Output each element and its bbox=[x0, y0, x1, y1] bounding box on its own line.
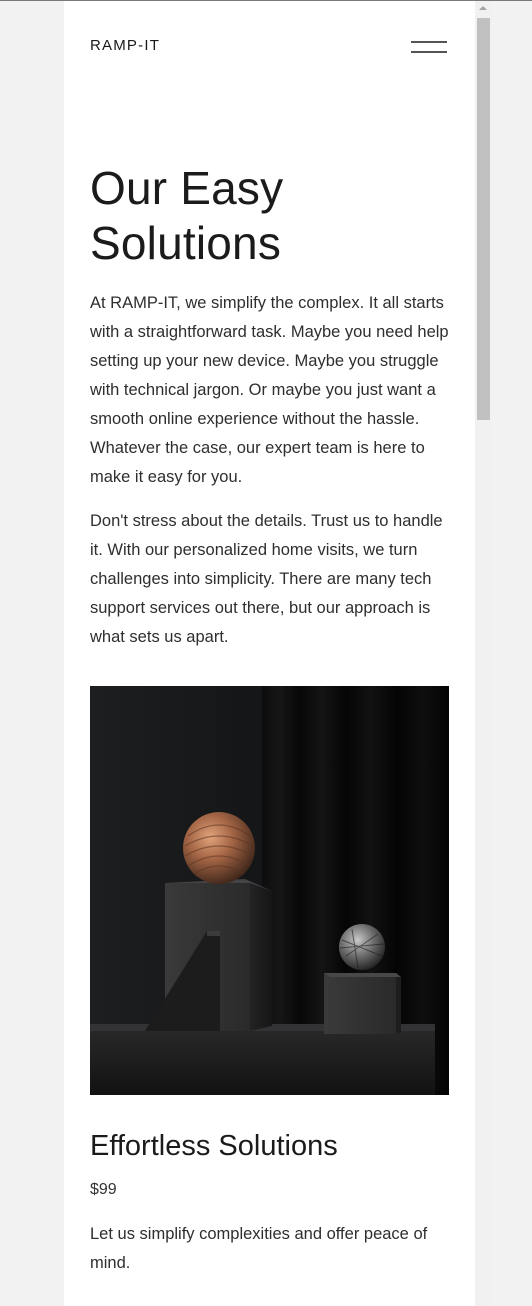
menu-bar-bottom bbox=[411, 51, 447, 53]
page-title: Our Easy Solutions bbox=[90, 162, 284, 269]
scroll-up-arrow-icon[interactable] bbox=[479, 6, 487, 10]
menu-bar-top bbox=[411, 41, 447, 43]
site-header: RAMP-IT bbox=[90, 35, 449, 57]
product-price: $99 bbox=[90, 1181, 117, 1198]
intro-paragraph-1: At RAMP-IT, we simplify the complex. It … bbox=[90, 294, 449, 486]
page-content: RAMP-IT Our Easy Solutions At RAMP-IT, w… bbox=[64, 1, 475, 1306]
scrollbar-thumb[interactable] bbox=[477, 18, 490, 420]
site-logo[interactable]: RAMP-IT bbox=[90, 37, 160, 54]
intro-paragraph-2: Don't stress about the details. Trust us… bbox=[90, 512, 443, 646]
hamburger-menu-icon[interactable] bbox=[411, 38, 447, 54]
vertical-scrollbar[interactable] bbox=[475, 1, 492, 1306]
product-description: Let us simplify complexities and offer p… bbox=[90, 1225, 428, 1272]
product-image bbox=[90, 686, 449, 1095]
product-title: Effortless Solutions bbox=[90, 1130, 338, 1162]
